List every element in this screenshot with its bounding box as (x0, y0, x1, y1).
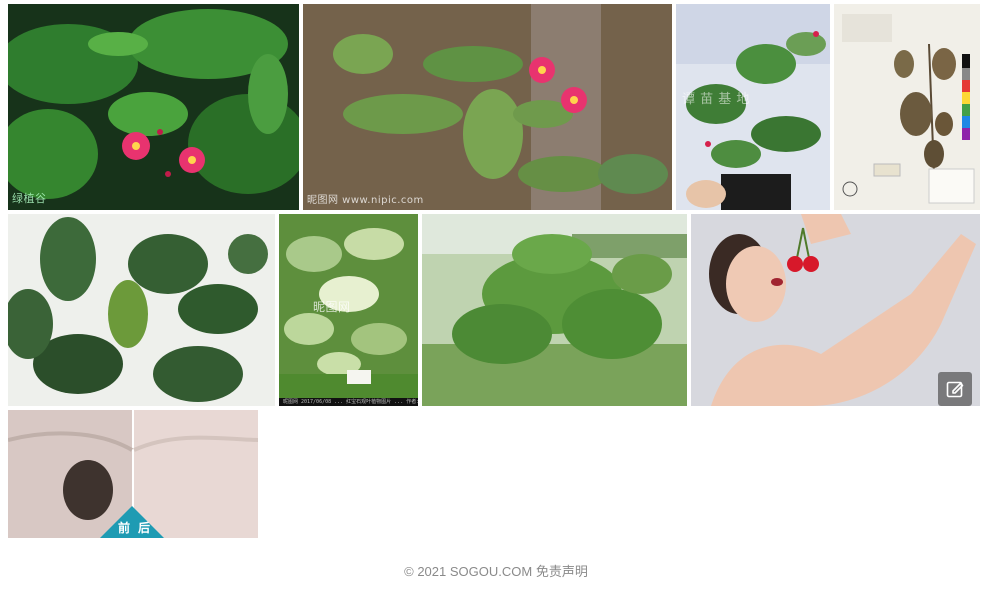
watermark-text: 谭 苗 基 地 (682, 92, 750, 107)
result-image-fiddle-leaf-fig[interactable] (8, 214, 275, 406)
after-label: 后 (138, 521, 151, 535)
watermark-text: 昵图网 (313, 300, 351, 314)
image-caption-strip: 昵图网 2017/06/08 ... 红宝石观叶植物图片 ... 作者:绿植 (279, 398, 418, 406)
image-fiddle-leaf-fig (8, 214, 275, 406)
result-image-potted-plant-hand[interactable]: 谭 苗 基 地 (676, 4, 830, 210)
image-jatropha-flowers-soil (303, 4, 672, 210)
result-image-jatropha-shrub-field[interactable] (422, 214, 687, 406)
image-jatropha-flowers-dark (8, 4, 299, 210)
edit-button[interactable] (938, 372, 972, 406)
image-woman-cherries (691, 214, 980, 406)
footer-copyright: © 2021 SOGOU.COM (404, 564, 533, 579)
before-label: 前 (118, 521, 131, 535)
edit-icon (945, 379, 965, 399)
watermark-text: 绿植谷 (12, 192, 47, 205)
footer-disclaimer-link[interactable]: 免责声明 (536, 564, 588, 579)
result-image-woman-cherries[interactable] (691, 214, 980, 406)
result-image-jatropha-flowers-dark[interactable]: 绿植谷 (8, 4, 299, 210)
image-herbarium-specimen (834, 4, 980, 210)
image-before-after-armpit (8, 410, 258, 538)
image-potted-plant-hand (676, 4, 830, 210)
result-image-variegated-ficus[interactable]: 昵图网 昵图网 2017/06/08 ... 红宝石观叶植物图片 ... 作者:… (279, 214, 418, 406)
result-image-herbarium-specimen[interactable] (834, 4, 980, 210)
footer: © 2021 SOGOU.COM 免责声明 (0, 561, 992, 580)
image-jatropha-shrub-field (422, 214, 687, 406)
watermark-text: 昵图网 www.nipic.com (307, 195, 424, 206)
result-image-jatropha-flowers-soil[interactable]: 昵图网 www.nipic.com (303, 4, 672, 210)
result-image-before-after-armpit[interactable]: 前 后 (8, 410, 258, 538)
